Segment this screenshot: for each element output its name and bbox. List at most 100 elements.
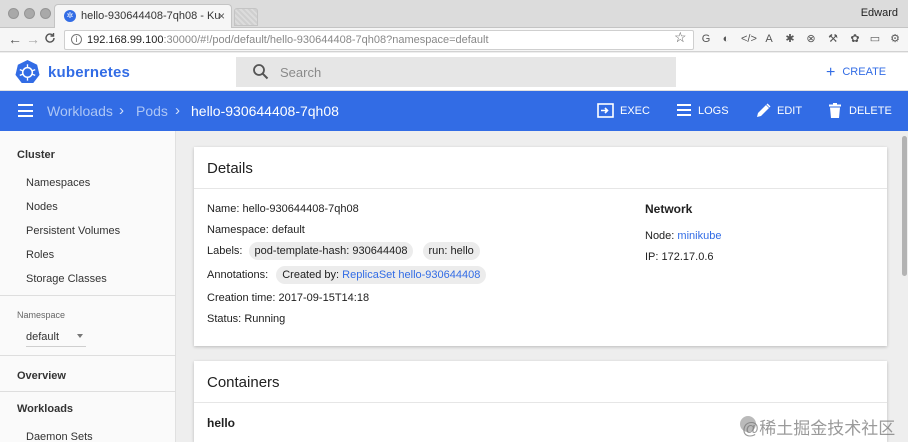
card-divider <box>194 402 887 403</box>
sidebar-item-roles[interactable]: Roles <box>26 249 54 261</box>
label-chip: pod-template-hash: 930644408 <box>248 242 414 260</box>
back-icon[interactable]: ← <box>8 31 22 47</box>
dev-extension-icon[interactable]: </> <box>741 32 757 46</box>
pencil-icon <box>757 103 771 117</box>
sidebar-heading-workloads[interactable]: Workloads <box>17 403 73 415</box>
annotation-prefix: Created by: <box>282 269 340 281</box>
tab-close-icon[interactable]: × <box>218 5 225 28</box>
details-card: Details Name: hello-930644408-7qh08 Name… <box>194 147 887 346</box>
create-button[interactable]: + CREATE <box>826 64 886 82</box>
breadcrumb-pods[interactable]: Pods <box>136 103 168 119</box>
window-minimize-control[interactable] <box>24 8 35 19</box>
sidebar-item-nodes[interactable]: Nodes <box>26 201 58 213</box>
sidebar-item-persistent-volumes[interactable]: Persistent Volumes <box>26 225 120 237</box>
sidebar-item-namespaces[interactable]: Namespaces <box>26 177 90 189</box>
action-bar: Workloads › Pods › hello-930644408-7qh08… <box>0 91 908 131</box>
status-value: Running <box>244 313 286 325</box>
window-close-control[interactable] <box>8 8 19 19</box>
new-tab-button[interactable] <box>234 8 258 26</box>
namespace-value: default <box>26 331 60 343</box>
kubernetes-favicon-icon: ✲ <box>64 10 76 22</box>
edit-label: EDIT <box>777 105 803 117</box>
sidebar-divider <box>0 355 176 356</box>
app-header: kubernetes + CREATE <box>0 53 908 91</box>
node-link[interactable]: minikube <box>677 230 721 242</box>
settings-extension-icon[interactable]: ⚙ <box>888 32 902 46</box>
ip-label: IP: <box>645 251 659 263</box>
site-info-icon[interactable]: i <box>71 34 82 45</box>
profile-name[interactable]: Edward <box>861 7 898 19</box>
exec-button[interactable]: EXEC <box>597 91 650 131</box>
translate-extension-icon[interactable]: G <box>699 32 713 46</box>
namespace-select[interactable]: default <box>26 331 86 347</box>
breadcrumb-separator-icon: › <box>119 102 124 119</box>
tools-extension-icon[interactable]: ⚒ <box>826 32 840 46</box>
name-value: hello-930644408-7qh08 <box>242 203 359 215</box>
cast-extension-icon[interactable]: ▭ <box>868 32 882 46</box>
search-input[interactable] <box>280 57 660 87</box>
forward-icon[interactable]: → <box>26 31 40 47</box>
readability-extension-icon[interactable]: A <box>762 32 776 46</box>
sidebar-heading-cluster[interactable]: Cluster <box>17 149 55 161</box>
namespace-label: Namespace: <box>207 224 269 236</box>
pinwheel-extension-icon[interactable]: ✱ <box>783 32 797 46</box>
kubernetes-logo-icon[interactable] <box>15 59 40 84</box>
page-scrollbar[interactable] <box>902 136 907 276</box>
sidebar-item-storage-classes[interactable]: Storage Classes <box>26 273 107 285</box>
dropdown-caret-icon <box>77 334 83 338</box>
url-host: 192.168.99.100 <box>87 34 164 46</box>
logs-icon <box>677 104 691 116</box>
sidebar-divider <box>0 295 176 296</box>
sidebar-item-overview[interactable]: Overview <box>17 370 66 382</box>
container-name: hello <box>207 416 236 430</box>
annotations-row: Annotations: Created by: ReplicaSet hell… <box>207 266 487 284</box>
namespace-label: Namespace <box>17 310 66 320</box>
exec-icon <box>597 103 614 118</box>
edit-button[interactable]: EDIT <box>756 91 802 131</box>
creation-time-value: 2017-09-15T14:18 <box>278 292 370 304</box>
address-bar[interactable]: i 192.168.99.100:30000/#!/pod/default/he… <box>64 30 694 50</box>
annotation-chip: Created by: ReplicaSet hello-930644408 <box>276 266 487 284</box>
breadcrumb-workloads[interactable]: Workloads <box>47 103 113 119</box>
search-icon <box>253 64 269 80</box>
sidebar: Cluster Namespaces Nodes Persistent Volu… <box>0 131 176 442</box>
pod-namespace-row: Namespace: default <box>207 224 305 236</box>
sidebar-item-daemon-sets[interactable]: Daemon Sets <box>26 431 93 442</box>
create-label: CREATE <box>842 66 887 78</box>
creation-time-label: Creation time: <box>207 292 276 304</box>
brand-name[interactable]: kubernetes <box>48 64 130 81</box>
details-title: Details <box>207 160 253 177</box>
network-title: Network <box>645 202 693 216</box>
puzzle-extension-icon[interactable]: ✿ <box>848 32 862 46</box>
tab-title: hello-930644408-7qh08 - Ku <box>81 10 221 22</box>
browser-toolbar: ← → i 192.168.99.100:30000/#!/pod/defaul… <box>0 28 908 52</box>
labels-row: Labels: pod-template-hash: 930644408 run… <box>207 242 480 260</box>
trash-icon <box>829 103 841 118</box>
status-row: Status: Running <box>207 313 285 325</box>
annotations-label: Annotations: <box>207 269 269 281</box>
watermark: @稀土掘金技术社区 <box>742 419 896 438</box>
name-label: Name: <box>207 203 240 215</box>
window-zoom-control[interactable] <box>40 8 51 19</box>
creation-time-row: Creation time: 2017-09-15T14:18 <box>207 292 369 304</box>
node-label: Node: <box>645 230 675 242</box>
delete-label: DELETE <box>849 105 892 117</box>
browser-tab[interactable]: ✲ hello-930644408-7qh08 - Ku × <box>54 4 232 28</box>
delete-button[interactable]: DELETE <box>829 91 892 131</box>
chrome-extension-icon[interactable]: ⊗ <box>804 32 818 46</box>
browser-tab-bar: ✲ hello-930644408-7qh08 - Ku × Edward <box>0 0 908 28</box>
exec-label: EXEC <box>620 105 650 117</box>
replicaset-link[interactable]: ReplicaSet hello-930644408 <box>342 269 480 281</box>
url-path: :30000/#!/pod/default/hello-930644408-7q… <box>163 34 489 46</box>
logs-label: LOGS <box>698 105 729 117</box>
label-chip: run: hello <box>422 242 480 260</box>
logs-button[interactable]: LOGS <box>677 91 729 131</box>
hamburger-menu-icon[interactable] <box>18 104 33 117</box>
reload-icon[interactable] <box>44 31 56 47</box>
bookmark-star-icon[interactable]: ☆ <box>674 29 687 46</box>
adblock-extension-icon[interactable]: ◐ <box>719 32 733 46</box>
node-row: Node: minikube <box>645 230 721 242</box>
search-box <box>236 57 676 87</box>
breadcrumb-separator-icon: › <box>175 102 180 119</box>
ip-row: IP: 172.17.0.6 <box>645 251 714 263</box>
